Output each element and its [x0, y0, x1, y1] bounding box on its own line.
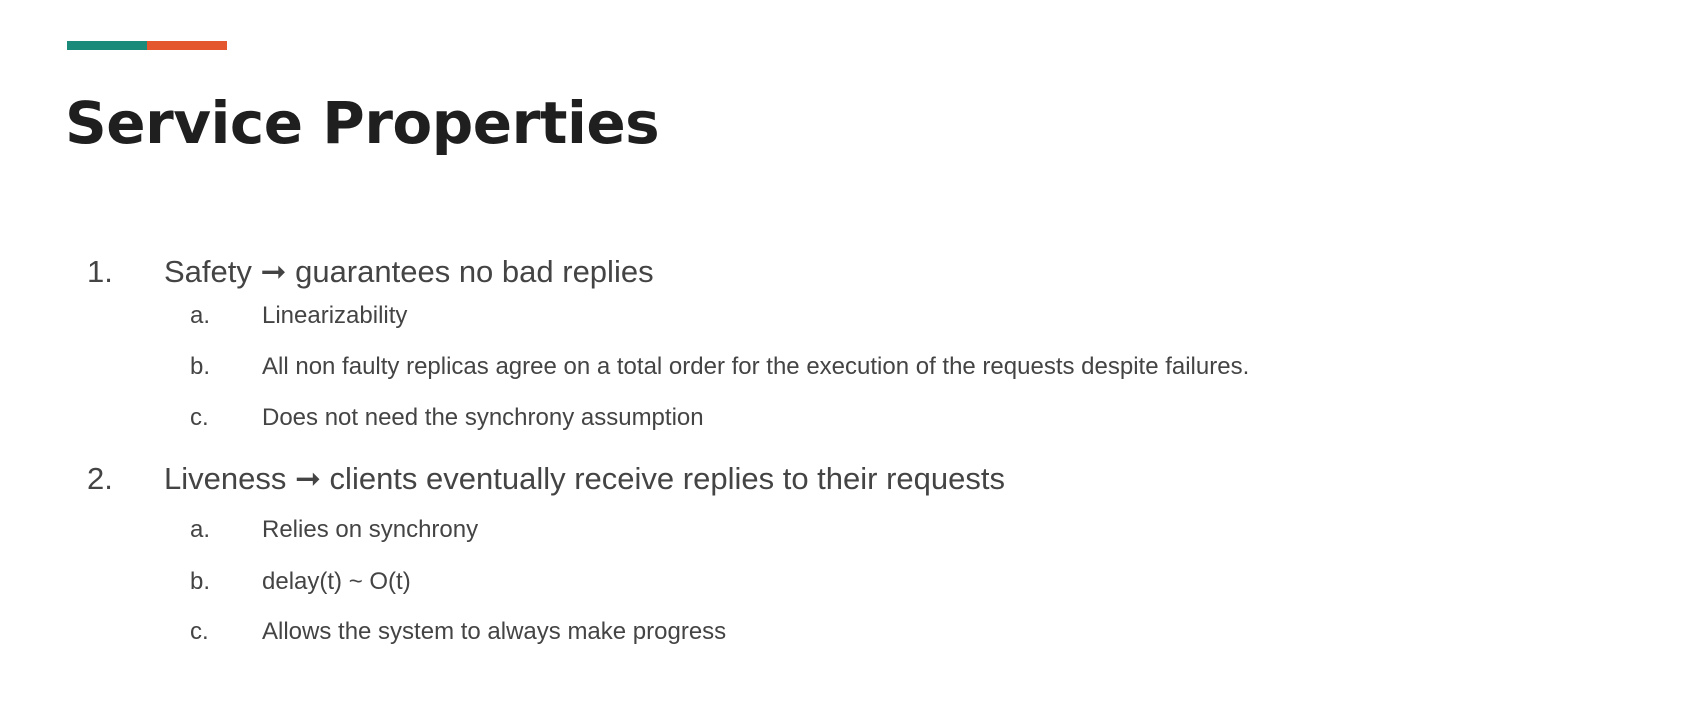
- sub-item-marker: b.: [190, 353, 211, 380]
- sub-item-text: All non faulty replicas agree on a total…: [262, 353, 1250, 380]
- sub-item-marker: c.: [190, 404, 209, 431]
- sub-item-marker: c.: [190, 618, 209, 645]
- sub-item-text: Allows the system to always make progres…: [262, 618, 727, 645]
- list-marker: 1.: [87, 254, 113, 289]
- sub-item-text: Linearizability: [262, 302, 408, 329]
- list-item-text: Liveness ➞ clients eventually receive re…: [164, 461, 1005, 496]
- sub-item-marker: a.: [190, 302, 211, 329]
- list-marker: 2.: [87, 461, 113, 496]
- sub-item-marker: b.: [190, 568, 211, 595]
- sub-item-marker: a.: [190, 516, 211, 543]
- sub-item-text: Relies on synchrony: [262, 516, 479, 543]
- list-item-text: Safety ➞ guarantees no bad replies: [164, 254, 654, 289]
- sub-item-text: delay(t) ~ O(t): [262, 568, 411, 595]
- property-list: 1. Safety ➞ guarantees no bad replies a.…: [0, 0, 1686, 722]
- sub-item-text: Does not need the synchrony assumption: [262, 404, 704, 431]
